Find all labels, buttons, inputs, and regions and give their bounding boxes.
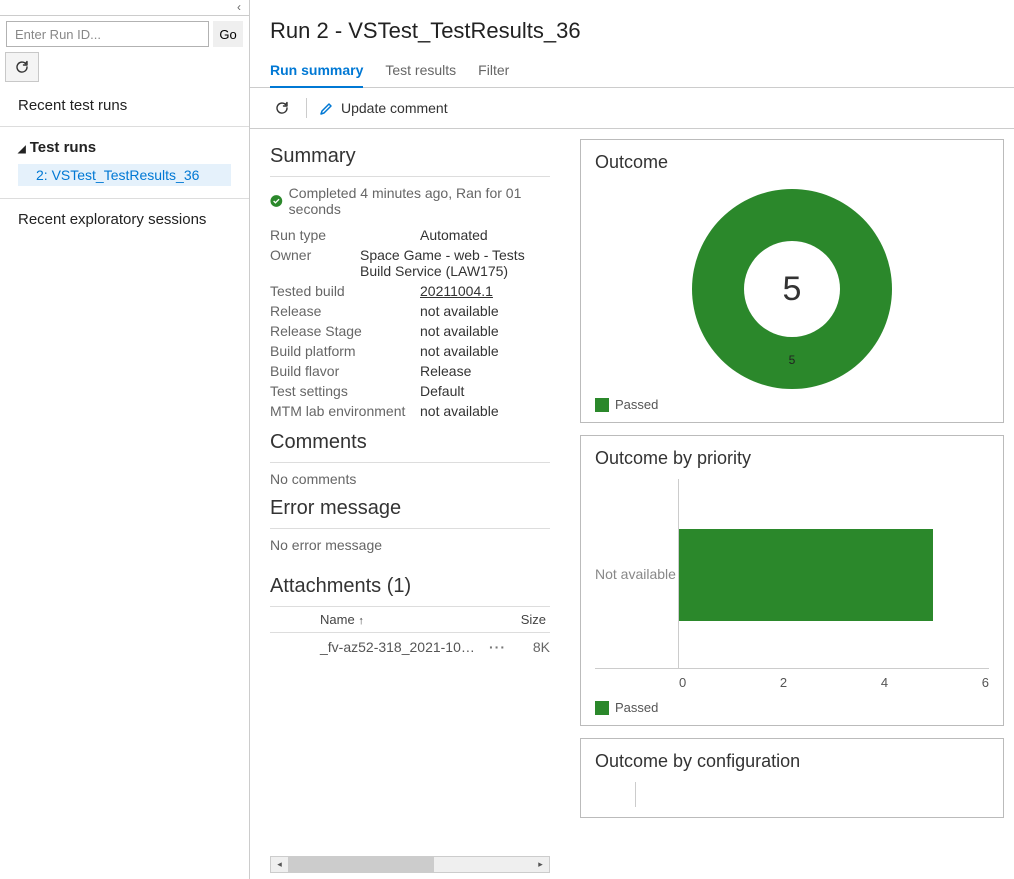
sidebar: ‹ Go Recent test runs ◢ Test runs 2: VSTe…: [0, 0, 250, 879]
kv-value: Automated: [420, 227, 488, 243]
kv-value: Default: [420, 383, 464, 399]
update-comment-button[interactable]: Update comment: [319, 100, 448, 116]
update-comment-label: Update comment: [341, 100, 448, 116]
sort-asc-icon: ↑: [358, 615, 364, 627]
divider: [270, 176, 550, 177]
sidebar-item-exploratory[interactable]: Recent exploratory sessions: [18, 211, 231, 228]
legend-swatch-passed: [595, 701, 609, 715]
page-title: Run 2 - VSTest_TestResults_36: [250, 0, 1014, 58]
outcome-total: 5: [744, 241, 840, 337]
divider: [270, 462, 550, 463]
sidebar-item-recent-runs[interactable]: Recent test runs: [18, 97, 231, 114]
x-tick: 0: [679, 675, 686, 690]
config-chart-placeholder: [635, 782, 989, 807]
kv-value: not available: [420, 323, 499, 339]
scroll-left-arrow[interactable]: ◂: [271, 859, 288, 870]
tab-run-summary[interactable]: Run summary: [270, 58, 363, 88]
kv-value: Release: [420, 363, 471, 379]
error-heading: Error message: [270, 497, 550, 520]
kv-key: Build platform: [270, 343, 420, 359]
sidebar-run-item[interactable]: 2: VSTest_TestResults_36: [18, 164, 231, 186]
legend-swatch-passed: [595, 398, 609, 412]
main-content: Run 2 - VSTest_TestResults_36 Run summar…: [250, 0, 1014, 879]
outcome-card: Outcome 5 5 Passed: [580, 139, 1004, 423]
error-body: No error message: [270, 537, 550, 553]
status-text: Completed 4 minutes ago, Ran for 01 seco…: [289, 185, 550, 217]
comments-body: No comments: [270, 471, 550, 487]
attachments-heading: Attachments (1): [270, 575, 550, 598]
priority-category-label: Not available: [595, 479, 679, 668]
outcome-slice-label: 5: [789, 353, 796, 367]
comments-heading: Comments: [270, 431, 550, 454]
attachment-menu-button[interactable]: ···: [483, 639, 512, 655]
legend-label: Passed: [615, 700, 658, 715]
kv-value: not available: [420, 343, 499, 359]
divider: [270, 528, 550, 529]
scroll-right-arrow[interactable]: ▸: [532, 859, 549, 870]
success-icon: [270, 194, 283, 208]
tested-build-link[interactable]: 20211004.1: [420, 283, 493, 299]
separator: [306, 98, 307, 118]
x-tick: 4: [881, 675, 888, 690]
attachment-name: _fv-az52-318_2021-10-04_20...: [270, 639, 483, 655]
kv-key: Release: [270, 303, 420, 319]
kv-key: Release Stage: [270, 323, 420, 339]
kv-value: not available: [420, 303, 499, 319]
kv-value: not available: [420, 403, 499, 419]
kv-key: Owner: [270, 247, 360, 279]
attachments-col-name[interactable]: Name ↑: [270, 612, 502, 627]
go-button[interactable]: Go: [213, 21, 243, 47]
run-id-input[interactable]: [6, 21, 209, 47]
priority-title: Outcome by priority: [595, 448, 989, 469]
configuration-card: Outcome by configuration: [580, 738, 1004, 818]
summary-column: Summary Completed 4 minutes ago, Ran for…: [250, 129, 570, 879]
x-tick: 2: [780, 675, 787, 690]
kv-key: Run type: [270, 227, 420, 243]
pencil-icon: [319, 100, 335, 116]
sidebar-refresh-button[interactable]: [5, 52, 39, 82]
priority-bar-passed: [679, 529, 933, 621]
legend-label: Passed: [615, 397, 658, 412]
charts-column: Outcome 5 5 Passed Outcome by priority: [570, 129, 1014, 879]
tab-test-results[interactable]: Test results: [385, 58, 456, 87]
x-tick: 6: [982, 675, 989, 690]
kv-key: MTM lab environment: [270, 403, 420, 419]
caret-expanded-icon: ◢: [18, 144, 26, 155]
outcome-title: Outcome: [595, 152, 989, 173]
refresh-icon: [14, 59, 30, 75]
kv-key: Test settings: [270, 383, 420, 399]
priority-card: Outcome by priority Not available 0 2 4: [580, 435, 1004, 726]
tabs: Run summary Test results Filter: [250, 58, 1014, 88]
outcome-donut-chart: 5 5: [692, 189, 892, 389]
sidebar-item-label: Test runs: [30, 139, 96, 156]
scroll-thumb[interactable]: [288, 857, 434, 872]
sidebar-collapse-button[interactable]: ‹: [0, 0, 249, 16]
tab-filter[interactable]: Filter: [478, 58, 509, 87]
toolbar-refresh-button[interactable]: [270, 96, 294, 120]
attachments-col-size[interactable]: Size: [502, 612, 550, 627]
col-label: Name: [320, 612, 355, 627]
kv-value: Space Game - web - Tests Build Service (…: [360, 247, 550, 279]
kv-key: Tested build: [270, 283, 420, 299]
summary-heading: Summary: [270, 145, 550, 168]
refresh-icon: [274, 100, 290, 116]
horizontal-scrollbar[interactable]: ◂ ▸: [270, 856, 550, 873]
priority-bar-chart: Not available 0 2 4 6: [595, 479, 989, 690]
attachment-size: 8K: [512, 639, 550, 655]
configuration-title: Outcome by configuration: [595, 751, 989, 772]
attachment-row[interactable]: _fv-az52-318_2021-10-04_20... ··· 8K: [270, 633, 550, 661]
kv-key: Build flavor: [270, 363, 420, 379]
sidebar-item-test-runs[interactable]: ◢ Test runs: [18, 139, 231, 156]
